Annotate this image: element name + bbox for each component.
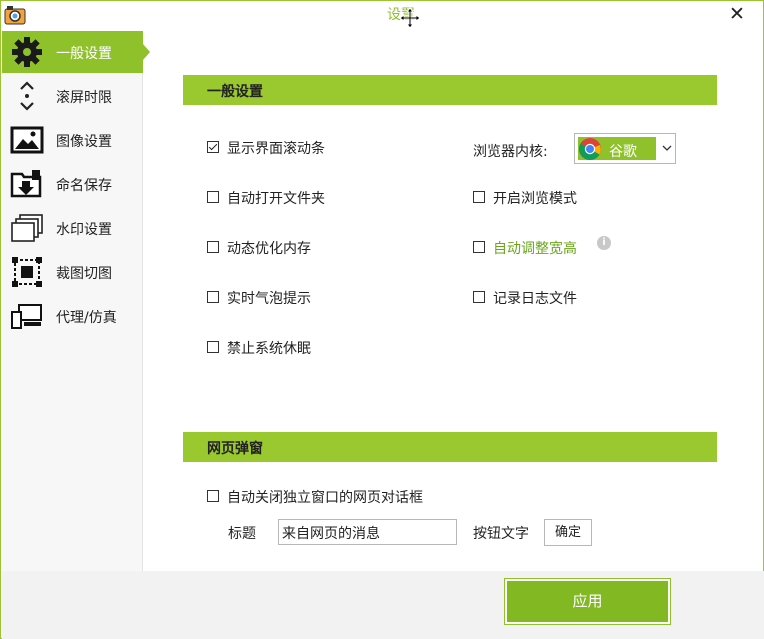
checkbox[interactable]: [207, 291, 219, 303]
checkbox[interactable]: [473, 291, 485, 303]
option-label: 实时气泡提示: [227, 291, 311, 307]
info-icon[interactable]: i: [597, 236, 611, 250]
sidebar-item-proxy[interactable]: 代理/仿真: [2, 295, 143, 337]
sidebar-item-label: 代理/仿真: [56, 310, 117, 326]
sidebar-item-label: 图像设置: [56, 134, 112, 150]
sidebar: 一般设置 滚屏时限 图像设置 命名保存 水印设置 裁图切图 代理/仿真: [2, 31, 150, 571]
option-label: 开启浏览模式: [493, 191, 577, 207]
apply-button-label: 应用: [507, 581, 668, 622]
general-section-header: 一般设置: [183, 75, 717, 105]
browser-kernel-select[interactable]: 谷歌: [574, 133, 676, 164]
sidebar-item-label: 裁图切图: [56, 266, 112, 282]
sidebar-item-label: 滚屏时限: [56, 90, 112, 106]
sidebar-item-save[interactable]: 命名保存: [2, 163, 143, 205]
checkbox[interactable]: [207, 490, 219, 502]
save-folder-icon: [10, 170, 42, 198]
selected-value: 谷歌: [609, 144, 637, 160]
active-indicator-arrow: [143, 44, 150, 60]
sidebar-item-general[interactable]: 一般设置: [2, 31, 150, 73]
chrome-icon: [579, 138, 601, 160]
apply-button[interactable]: 应用: [504, 578, 671, 625]
checkbox[interactable]: [207, 191, 219, 203]
camera-app-icon: [4, 6, 26, 25]
sidebar-item-label: 一般设置: [56, 46, 112, 62]
chevron-down-icon: [662, 145, 672, 151]
settings-window: 设置 ✕ 一般设置 滚屏时限 图像设置 命名保存 水印设置 裁图切图 代理/仿真…: [0, 0, 764, 639]
browser-kernel-label: 浏览器内核:: [473, 144, 548, 160]
option-label: 显示界面滚动条: [227, 141, 325, 157]
title-label: 标题: [228, 526, 256, 542]
popup-section-header: 网页弹窗: [183, 432, 717, 462]
close-button[interactable]: ✕: [725, 3, 749, 25]
button-text-label: 按钮文字: [473, 526, 529, 542]
option-label: 禁止系统休眠: [227, 341, 311, 357]
layers-icon: [11, 214, 43, 242]
sidebar-item-watermark[interactable]: 水印设置: [2, 207, 143, 249]
option-label: 记录日志文件: [493, 291, 577, 307]
option-label: 动态优化内存: [227, 241, 311, 257]
option-label: 自动调整宽高: [493, 241, 577, 257]
image-icon: [10, 126, 44, 154]
checkbox[interactable]: [207, 241, 219, 253]
sidebar-item-crop[interactable]: 裁图切图: [2, 251, 143, 293]
checkbox[interactable]: [207, 341, 219, 353]
title-bar[interactable]: 设置 ✕: [1, 1, 763, 31]
crop-icon: [12, 257, 42, 287]
devices-icon: [11, 304, 42, 329]
section-title: 一般设置: [207, 84, 263, 100]
checkbox[interactable]: [473, 191, 485, 203]
checkbox[interactable]: [473, 241, 485, 253]
title-input[interactable]: 来自网页的消息: [278, 519, 457, 545]
sidebar-item-image[interactable]: 图像设置: [2, 119, 143, 161]
gear-icon: [12, 37, 42, 67]
option-label: 自动打开文件夹: [227, 191, 325, 207]
button-text-input[interactable]: 确定: [544, 519, 592, 546]
option-label: 自动关闭独立窗口的网页对话框: [227, 490, 423, 506]
checkbox-checked[interactable]: [207, 141, 219, 153]
sidebar-item-label: 命名保存: [56, 178, 112, 194]
move-cursor-icon: [399, 7, 421, 29]
section-title: 网页弹窗: [207, 441, 263, 457]
sidebar-item-scroll-time[interactable]: 滚屏时限: [2, 75, 143, 117]
sidebar-item-label: 水印设置: [56, 222, 112, 238]
scroll-updown-icon: [20, 81, 34, 111]
